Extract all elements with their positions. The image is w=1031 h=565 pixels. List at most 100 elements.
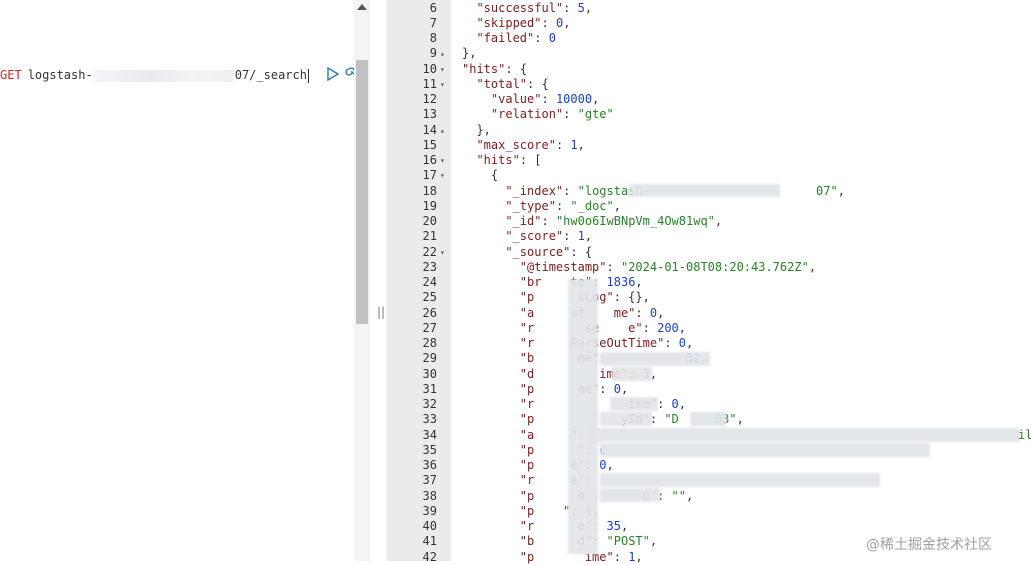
line-number: 30: [422, 366, 437, 381]
line-number: 26: [422, 305, 437, 320]
line-number: 14: [422, 122, 437, 137]
line-number: 23: [422, 259, 437, 274]
line-number: 24: [422, 275, 437, 289]
code-text: "br te": 1836,: [519, 275, 643, 289]
response-line: 22 ▾ "_source": {: [0, 245, 1031, 260]
response-line: 36 "p e": 0,: [0, 458, 1031, 473]
response-line: 11 ▾ "total": {: [0, 77, 1031, 92]
line34-tail: il: [1018, 428, 1031, 442]
fold-toggle-icon[interactable]: ▾: [440, 168, 445, 183]
redaction-blur: [600, 473, 880, 487]
redaction-blur: [630, 184, 780, 197]
code-text: "failed": 0: [476, 31, 556, 45]
response-line: 13 "relation": "gte": [0, 107, 1031, 122]
line-number: 7: [429, 15, 437, 30]
line-number: 16: [422, 153, 437, 167]
line-number: 35: [422, 442, 437, 457]
code-text: "p me": 0,: [519, 381, 629, 396]
line-number: 25: [422, 290, 437, 305]
code-text: "b d": "POST",: [519, 534, 658, 549]
line-number: 11: [422, 76, 437, 91]
response-line: 39 "p ": 1,: [0, 504, 1031, 519]
response-line: 30 "d ime": 1,: [0, 367, 1031, 382]
response-line: 27 "r se e": 200,: [0, 321, 1031, 336]
line-number: 9: [429, 46, 437, 61]
line-number: 22: [422, 244, 437, 259]
response-line: 8 "failed": 0: [0, 31, 1031, 46]
line-number: 15: [422, 137, 437, 152]
redaction-blur: [612, 367, 652, 381]
line-number: 12: [422, 92, 437, 106]
response-line: 14 ▴ },: [0, 123, 1031, 138]
line-number: 34: [422, 427, 437, 442]
fold-toggle-icon[interactable]: ▾: [440, 245, 445, 260]
code-text: "successful": 5,: [476, 0, 593, 15]
code-text: "@timestamp": "2024-01-08T08:20:43.762Z"…: [519, 259, 817, 274]
response-line: 23 "@timestamp": "2024-01-08T08:20:43.76…: [0, 260, 1031, 275]
watermark: @稀土掘金技术社区: [866, 537, 992, 553]
response-line: 24 "br te": 1836,: [0, 275, 1031, 290]
code-text: },: [462, 122, 491, 137]
line-number: 37: [422, 473, 437, 488]
line-number: 33: [422, 412, 437, 427]
code-text: "r e": 35,: [519, 519, 629, 533]
response-line: 7 "skipped": 0,: [0, 16, 1031, 31]
response-line: 20 "_id": "hw0o6IwBNpVm_4Ow81wq",: [0, 214, 1031, 229]
code-text: "value": 10000,: [490, 92, 600, 106]
fold-toggle-icon[interactable]: ▴: [440, 46, 445, 61]
code-text: "skipped": 0,: [476, 15, 571, 30]
line-number: 41: [422, 534, 437, 549]
line-number: 38: [422, 488, 437, 503]
response-line: 9 ▴},: [0, 46, 1031, 61]
response-line: 21 "_score": 1,: [0, 229, 1031, 244]
line-number: 20: [422, 214, 437, 228]
code-text: },: [462, 46, 477, 61]
line-number: 39: [422, 503, 437, 518]
code-text: "hits": [: [476, 153, 542, 167]
response-line: 38 "p n d": "",: [0, 489, 1031, 504]
fold-toggle-icon[interactable]: ▴: [440, 123, 445, 138]
redaction-blur: [600, 488, 660, 502]
redaction-blur: [568, 279, 598, 554]
response-line: 33 "p yId": "D 03",: [0, 412, 1031, 427]
response-line: 25 "p sLog": {},: [0, 290, 1031, 305]
line-number: 29: [422, 351, 437, 366]
fold-toggle-icon[interactable]: ▾: [440, 62, 445, 77]
code-text: "_id": "hw0o6IwBNpVm_4Ow81wq",: [505, 214, 723, 228]
line-number: 31: [422, 381, 437, 396]
line-number: 6: [429, 0, 437, 15]
response-line: 18 "_index": "logstash- 07",: [0, 184, 1031, 199]
code-text: "relation": "gte": [490, 107, 614, 122]
response-line: 12 "value": 10000,: [0, 92, 1031, 107]
code-text: "total": {: [476, 76, 549, 91]
response-line: 40 "r e": 35,: [0, 519, 1031, 534]
redaction-blur: [610, 397, 658, 411]
line-number: 42: [422, 549, 437, 564]
line-number: 21: [422, 229, 437, 244]
response-line: 26 "a ut me": 0,: [0, 306, 1031, 321]
line-number: 17: [422, 168, 437, 183]
code-text: "_score": 1,: [505, 229, 593, 244]
code-text: "_type": "_doc",: [505, 198, 621, 213]
line-number: 27: [422, 320, 437, 335]
line-number: 28: [422, 336, 437, 350]
line-number: 8: [429, 31, 437, 45]
redaction-blur: [600, 352, 710, 366]
line-number: 10: [422, 61, 437, 76]
redaction-blur: [600, 412, 652, 426]
fold-toggle-icon[interactable]: ▾: [440, 77, 445, 92]
code-text: "p ime": 1,: [519, 549, 643, 564]
line-number: 36: [422, 458, 437, 472]
response-line: 31 "p me": 0,: [0, 382, 1031, 397]
response-line: 29 "b me": 32,: [0, 351, 1031, 366]
code-text: "_source": {: [505, 244, 593, 259]
response-line: 15 "max_score": 1,: [0, 138, 1031, 153]
response-line: 10 ▾ "hits": {: [0, 62, 1031, 77]
code-text: "p sLog": {},: [519, 290, 650, 305]
redaction-blur: [600, 443, 930, 457]
response-line: 28 "r ParseOutTime": 0,: [0, 336, 1031, 351]
fold-toggle-icon[interactable]: ▾: [440, 153, 445, 168]
redaction-blur: [590, 428, 1020, 442]
line-number: 18: [422, 183, 437, 198]
line-number: 19: [422, 198, 437, 213]
